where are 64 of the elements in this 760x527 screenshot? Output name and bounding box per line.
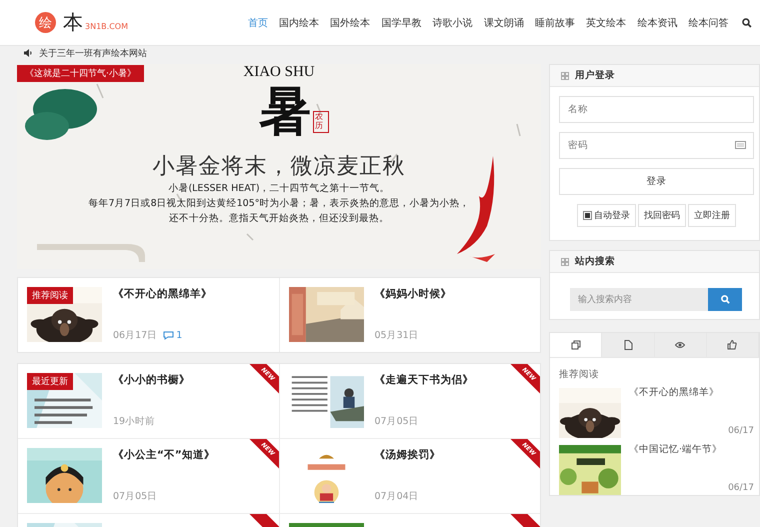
comment-number: 1 (176, 330, 182, 341)
nav-link[interactable]: 绘本问答 (682, 16, 734, 30)
nav-link[interactable]: 课文朗诵 (478, 16, 530, 30)
article-title[interactable]: 《汤姆挨罚》 (374, 448, 440, 462)
notice-text[interactable]: 关于三年一班有声绘本网站 (39, 46, 147, 60)
keyboard-icon (735, 141, 746, 149)
date-text: 06月17日 (113, 329, 158, 342)
copy-icon (570, 340, 581, 350)
nav-link[interactable]: 睡前故事 (529, 16, 581, 30)
grid-icon (561, 72, 569, 80)
seal-stamp: 农历 (313, 111, 329, 133)
tab[interactable] (602, 333, 654, 357)
thumb-icon (727, 340, 738, 350)
search-button[interactable] (708, 288, 742, 311)
remember-checkbox[interactable]: 自动登录 (577, 204, 636, 227)
date-text: 06/17 (727, 426, 754, 436)
search-icon (720, 295, 730, 304)
logo-text[interactable]: 本 (63, 9, 83, 36)
checkbox[interactable] (583, 211, 592, 220)
article-title[interactable]: 《不开心的黑绵羊》 (113, 287, 212, 301)
grid-icon (561, 258, 569, 266)
nav-link[interactable]: 英文绘本 (580, 16, 632, 30)
tab[interactable] (706, 333, 759, 357)
file-icon (622, 340, 633, 350)
date-text: 19小时前 (113, 415, 156, 428)
nav-link[interactable]: 国外绘本 (324, 16, 376, 30)
eye-icon (675, 340, 686, 350)
section-label: 推荐阅读 (559, 368, 600, 381)
banner-caption[interactable]: 《这就是二十四节气·小暑》 (17, 65, 144, 82)
tab[interactable] (654, 333, 707, 357)
link-button[interactable]: 找回密码 (638, 204, 686, 227)
date-text: 07月04日 (374, 490, 419, 503)
banner-glyph: 暑 (259, 81, 311, 143)
name-field[interactable]: 名称 (559, 96, 754, 123)
nav-link[interactable]: 绘本资讯 (632, 16, 683, 30)
article-title[interactable]: 《中国记忆·端午节》 (629, 443, 754, 456)
date-text: 07月05日 (113, 490, 158, 503)
badge: 最近更新 (27, 373, 73, 390)
banner-text-line: 小暑(LESSER HEAT)，二十四节气之第十一节气。 (168, 182, 390, 196)
nav-link[interactable]: 国内绘本 (273, 16, 325, 30)
panel-title: 站内搜索 (575, 255, 615, 268)
speaker-icon (24, 49, 33, 57)
panel-title: 用户登录 (575, 69, 615, 82)
banner-latin-title: XIAO SHU (243, 64, 315, 81)
article-title[interactable]: 《不开心的黑绵羊》 (629, 386, 754, 399)
badge: 推荐阅读 (27, 287, 73, 304)
comment-icon (163, 331, 174, 340)
login-button[interactable]: 登录 (559, 168, 754, 195)
date-text: 07月05日 (374, 415, 419, 428)
banner-text-line: 每年7月7日或8日视太阳到达黄经105°时为小暑；暑，表示炎热的意思，小暑为小热， (88, 197, 470, 211)
nav-link[interactable]: 诗歌小说 (427, 16, 478, 30)
article-title[interactable]: 《小小的书橱》 (113, 373, 190, 387)
link-button[interactable]: 立即注册 (688, 204, 736, 227)
banner-text-line: 还不十分热。意指天气开始炎热，但还没到最热。 (169, 212, 389, 226)
article-title[interactable]: 《走遍天下书为侣》 (374, 373, 474, 387)
date-text: 06/17 (727, 483, 754, 493)
nav-link[interactable]: 国学早教 (376, 16, 427, 30)
date-text: 05月31日 (374, 329, 419, 342)
search-field[interactable]: 输入搜索内容 (570, 288, 708, 311)
article-title[interactable]: 《妈妈小时候》 (374, 287, 452, 301)
article-title[interactable]: 《小公主“不”知道》 (113, 448, 215, 462)
banner-headline: 小暑金将末，微凉麦正秋 (152, 153, 406, 181)
password-field[interactable]: 密码 (559, 132, 754, 159)
search-icon[interactable] (742, 18, 752, 28)
